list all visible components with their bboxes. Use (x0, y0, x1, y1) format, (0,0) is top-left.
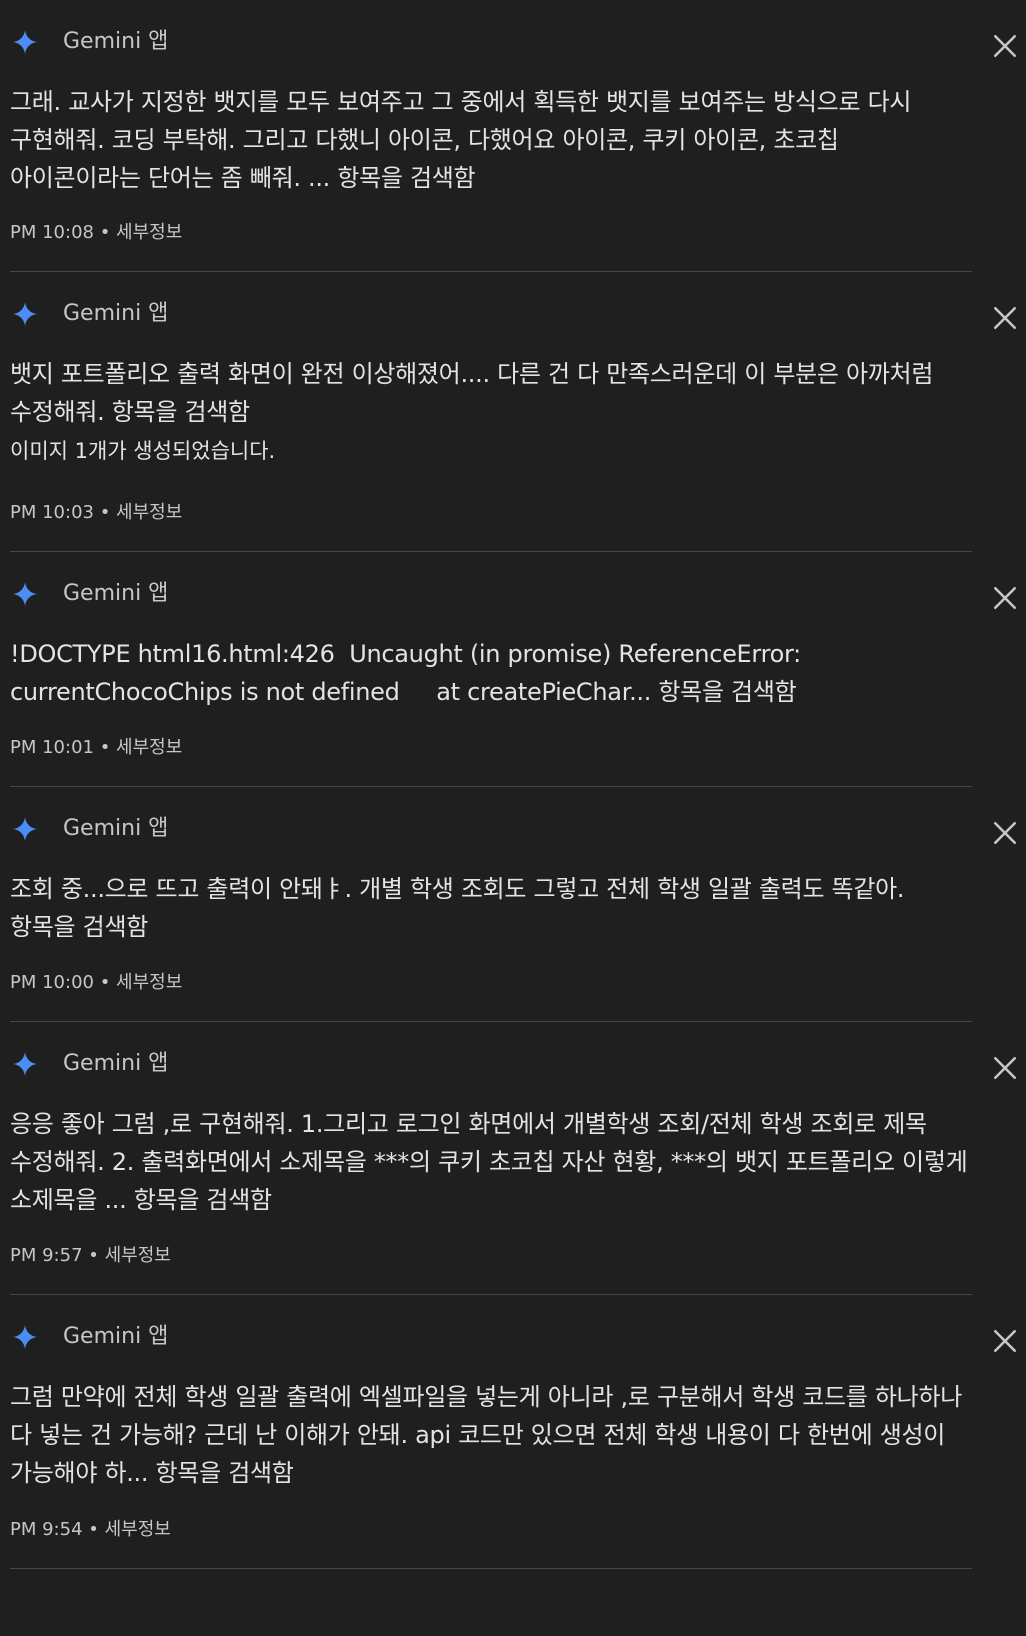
app-name: Gemini 앱 (63, 1324, 169, 1349)
separator-dot: • (82, 1245, 105, 1266)
separator-dot: • (93, 737, 117, 758)
close-icon (993, 1056, 1017, 1080)
generated-note: 이미지 1개가 생성되었습니다. (10, 439, 276, 463)
activity-item: Gemini 앱 조회 중...으로 뜨고 출력이 안돼ㅑ. 개별 학생 조회도… (10, 787, 1017, 1022)
meta-line: PM 10:08 • 세부정보 (10, 221, 182, 245)
meta-line: PM 10:01 • 세부정보 (10, 736, 182, 760)
item-header: Gemini 앱 (10, 574, 1017, 614)
app-name: Gemini 앱 (63, 1051, 169, 1076)
close-icon (993, 34, 1017, 58)
activity-item: Gemini 앱 그럼 만약에 전체 학생 일괄 출력에 엑셀파일을 넣는게 아… (10, 1295, 1017, 1635)
close-icon (993, 1329, 1017, 1353)
prompt-text[interactable]: 뱃지 포트폴리오 출력 화면이 완전 이상해졌어.... 다른 건 다 만족스러… (10, 355, 972, 431)
separator-dot: • (82, 1519, 105, 1540)
delete-button[interactable] (987, 1323, 1023, 1359)
delete-button[interactable] (987, 580, 1023, 616)
app-name: Gemini 앱 (63, 816, 169, 841)
timestamp: PM 9:54 (10, 1519, 83, 1540)
details-link[interactable]: 세부정보 (116, 502, 182, 523)
activity-item: Gemini 앱 응응 좋아 그럼 ,로 구현해줘. 1.그리고 로그인 화면에… (10, 1022, 1017, 1295)
app-name: Gemini 앱 (63, 581, 169, 606)
divider (10, 1568, 972, 1569)
activity-item: Gemini 앱 !DOCTYPE html16.html:426 Uncaug… (10, 552, 1017, 787)
app-name: Gemini 앱 (63, 301, 169, 326)
delete-button[interactable] (987, 1050, 1023, 1086)
gemini-spark-icon (13, 30, 37, 54)
item-header: Gemini 앱 (10, 22, 1017, 62)
meta-line: PM 9:54 • 세부정보 (10, 1518, 171, 1542)
details-link[interactable]: 세부정보 (116, 737, 182, 758)
separator-dot: • (93, 972, 117, 993)
close-icon (993, 586, 1017, 610)
item-header: Gemini 앱 (10, 809, 1017, 849)
prompt-text[interactable]: !DOCTYPE html16.html:426 Uncaught (in pr… (10, 635, 972, 711)
meta-line: PM 9:57 • 세부정보 (10, 1244, 171, 1268)
app-name: Gemini 앱 (63, 29, 169, 54)
prompt-text[interactable]: 조회 중...으로 뜨고 출력이 안돼ㅑ. 개별 학생 조회도 그렇고 전체 학… (10, 870, 972, 946)
gemini-spark-icon (13, 1052, 37, 1076)
timestamp: PM 10:08 (10, 222, 94, 243)
gemini-spark-icon (13, 582, 37, 606)
timestamp: PM 10:00 (10, 972, 94, 993)
activity-item: Gemini 앱 그래. 교사가 지정한 뱃지를 모두 보여주고 그 중에서 획… (10, 0, 1017, 272)
delete-button[interactable] (987, 815, 1023, 851)
timestamp: PM 10:03 (10, 502, 94, 523)
close-icon (993, 821, 1017, 845)
timestamp: PM 10:01 (10, 737, 94, 758)
gemini-spark-icon (13, 817, 37, 841)
separator-dot: • (93, 222, 117, 243)
details-link[interactable]: 세부정보 (105, 1519, 171, 1540)
gemini-spark-icon (13, 1325, 37, 1349)
meta-line: PM 10:03 • 세부정보 (10, 501, 182, 525)
details-link[interactable]: 세부정보 (105, 1245, 171, 1266)
delete-button[interactable] (987, 300, 1023, 336)
activity-item: Gemini 앱 뱃지 포트폴리오 출력 화면이 완전 이상해졌어.... 다른… (10, 272, 1017, 552)
delete-button[interactable] (987, 28, 1023, 64)
gemini-spark-icon (13, 302, 37, 326)
item-header: Gemini 앱 (10, 1044, 1017, 1084)
meta-line: PM 10:00 • 세부정보 (10, 971, 182, 995)
separator-dot: • (93, 502, 117, 523)
prompt-text[interactable]: 그래. 교사가 지정한 뱃지를 모두 보여주고 그 중에서 획득한 뱃지를 보여… (10, 83, 972, 197)
item-header: Gemini 앱 (10, 1317, 1017, 1357)
prompt-text[interactable]: 응응 좋아 그럼 ,로 구현해줘. 1.그리고 로그인 화면에서 개별학생 조회… (10, 1105, 972, 1219)
prompt-text[interactable]: 그럼 만약에 전체 학생 일괄 출력에 엑셀파일을 넣는게 아니라 ,로 구분해… (10, 1378, 972, 1492)
item-header: Gemini 앱 (10, 294, 1017, 334)
details-link[interactable]: 세부정보 (116, 972, 182, 993)
timestamp: PM 9:57 (10, 1245, 83, 1266)
activity-list: Gemini 앱 그래. 교사가 지정한 뱃지를 모두 보여주고 그 중에서 획… (0, 0, 1026, 1635)
close-icon (993, 306, 1017, 330)
details-link[interactable]: 세부정보 (116, 222, 182, 243)
